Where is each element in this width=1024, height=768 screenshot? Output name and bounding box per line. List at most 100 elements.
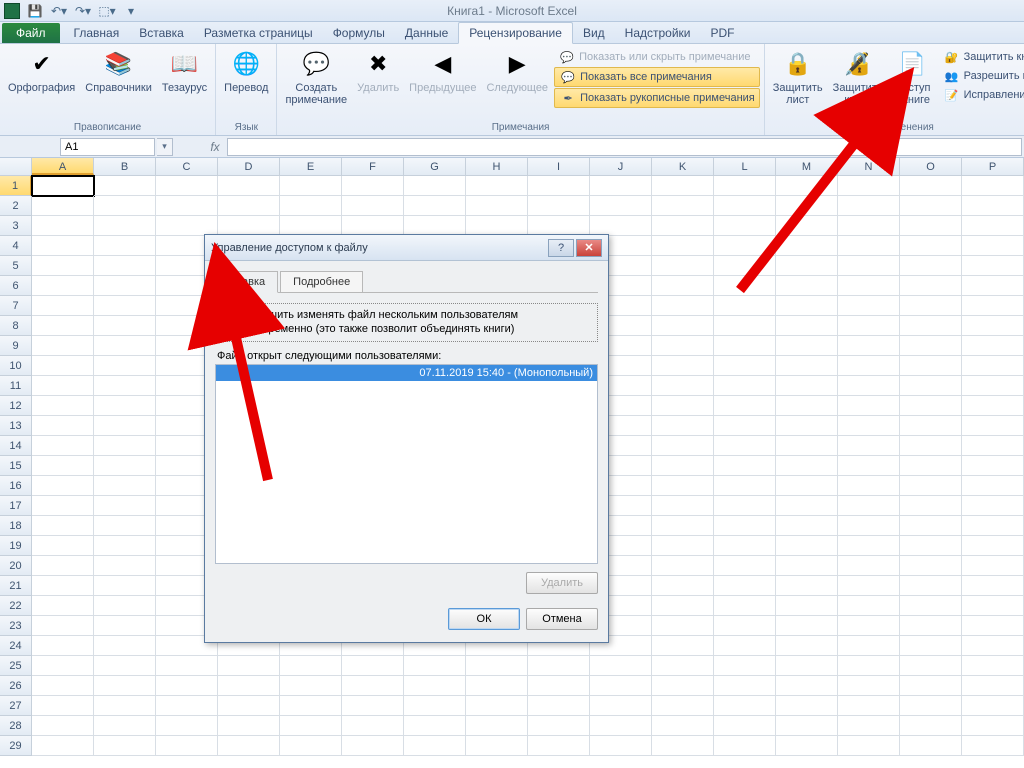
cell[interactable] — [652, 576, 714, 596]
cell[interactable] — [94, 556, 156, 576]
row-header[interactable]: 5 — [0, 256, 32, 276]
cell[interactable] — [528, 716, 590, 736]
cell[interactable] — [838, 556, 900, 576]
cell[interactable] — [900, 556, 962, 576]
cell[interactable] — [590, 696, 652, 716]
cell[interactable] — [32, 396, 94, 416]
row-header[interactable]: 1 — [0, 176, 32, 196]
cell[interactable] — [94, 296, 156, 316]
show-all-comments-button[interactable]: 💬Показать все примечания — [554, 67, 760, 87]
cell[interactable] — [776, 336, 838, 356]
cell[interactable] — [900, 396, 962, 416]
cell[interactable] — [838, 616, 900, 636]
cell[interactable] — [218, 716, 280, 736]
row-header[interactable]: 12 — [0, 396, 32, 416]
cell[interactable] — [714, 676, 776, 696]
cell[interactable] — [838, 576, 900, 596]
cell[interactable] — [776, 656, 838, 676]
cell[interactable] — [94, 496, 156, 516]
cell[interactable] — [838, 356, 900, 376]
tab-data[interactable]: Данные — [395, 23, 458, 43]
row-header[interactable]: 28 — [0, 716, 32, 736]
row-header[interactable]: 11 — [0, 376, 32, 396]
cell[interactable] — [590, 196, 652, 216]
cell[interactable] — [652, 296, 714, 316]
cell[interactable] — [714, 336, 776, 356]
cell[interactable] — [652, 196, 714, 216]
cell[interactable] — [962, 356, 1024, 376]
cell[interactable] — [280, 736, 342, 756]
name-box-dropdown[interactable]: ▾ — [157, 138, 173, 156]
cell[interactable] — [94, 576, 156, 596]
cell[interactable] — [590, 676, 652, 696]
cell[interactable] — [776, 596, 838, 616]
cell[interactable] — [776, 216, 838, 236]
cell[interactable] — [838, 196, 900, 216]
cell[interactable] — [776, 576, 838, 596]
cell[interactable] — [652, 416, 714, 436]
cell[interactable] — [94, 176, 156, 196]
cell[interactable] — [280, 656, 342, 676]
cell[interactable] — [962, 556, 1024, 576]
cell[interactable] — [652, 256, 714, 276]
cell[interactable] — [94, 656, 156, 676]
cell[interactable] — [838, 636, 900, 656]
cell[interactable] — [652, 556, 714, 576]
cell[interactable] — [528, 676, 590, 696]
dialog-titlebar[interactable]: Управление доступом к файлу ? ✕ — [205, 235, 608, 261]
tab-review[interactable]: Рецензирование — [458, 22, 573, 44]
cell[interactable] — [900, 656, 962, 676]
cell[interactable] — [900, 416, 962, 436]
cell[interactable] — [32, 496, 94, 516]
cell[interactable] — [218, 656, 280, 676]
user-item[interactable]: (Монопольный) - 07.11.2019 15:40 — [216, 365, 597, 381]
cell[interactable] — [962, 376, 1024, 396]
cell[interactable] — [714, 476, 776, 496]
cell[interactable] — [962, 396, 1024, 416]
thesaurus-button[interactable]: 📖Тезаурус — [158, 46, 211, 96]
cell[interactable] — [342, 716, 404, 736]
cell[interactable] — [528, 656, 590, 676]
cell[interactable] — [900, 636, 962, 656]
cell[interactable] — [776, 376, 838, 396]
column-header[interactable]: G — [404, 158, 466, 175]
cell[interactable] — [652, 396, 714, 416]
cell[interactable] — [218, 176, 280, 196]
cell[interactable] — [466, 736, 528, 756]
cell[interactable] — [962, 296, 1024, 316]
row-header[interactable]: 16 — [0, 476, 32, 496]
cell[interactable] — [776, 176, 838, 196]
cell[interactable] — [714, 556, 776, 576]
cell[interactable] — [900, 376, 962, 396]
cell[interactable] — [342, 656, 404, 676]
cell[interactable] — [776, 616, 838, 636]
cell[interactable] — [776, 236, 838, 256]
column-header[interactable]: E — [280, 158, 342, 175]
cell[interactable] — [32, 176, 94, 196]
cell[interactable] — [776, 636, 838, 656]
cell[interactable] — [156, 196, 218, 216]
cell[interactable] — [776, 536, 838, 556]
cell[interactable] — [962, 716, 1024, 736]
cell[interactable] — [962, 416, 1024, 436]
undo-icon[interactable]: ↶▾ — [48, 2, 70, 20]
cell[interactable] — [32, 416, 94, 436]
cell[interactable] — [342, 696, 404, 716]
row-header[interactable]: 23 — [0, 616, 32, 636]
cell[interactable] — [714, 736, 776, 756]
tab-pdf[interactable]: PDF — [701, 23, 745, 43]
cell[interactable] — [900, 196, 962, 216]
cell[interactable] — [94, 396, 156, 416]
cell[interactable] — [528, 696, 590, 716]
cell[interactable] — [404, 196, 466, 216]
row-header[interactable]: 18 — [0, 516, 32, 536]
column-header[interactable]: D — [218, 158, 280, 175]
cell[interactable] — [714, 236, 776, 256]
cell[interactable] — [94, 636, 156, 656]
cell[interactable] — [714, 256, 776, 276]
tab-home[interactable]: Главная — [64, 23, 130, 43]
cell[interactable] — [652, 656, 714, 676]
cell[interactable] — [714, 496, 776, 516]
cell[interactable] — [32, 316, 94, 336]
row-header[interactable]: 15 — [0, 456, 32, 476]
